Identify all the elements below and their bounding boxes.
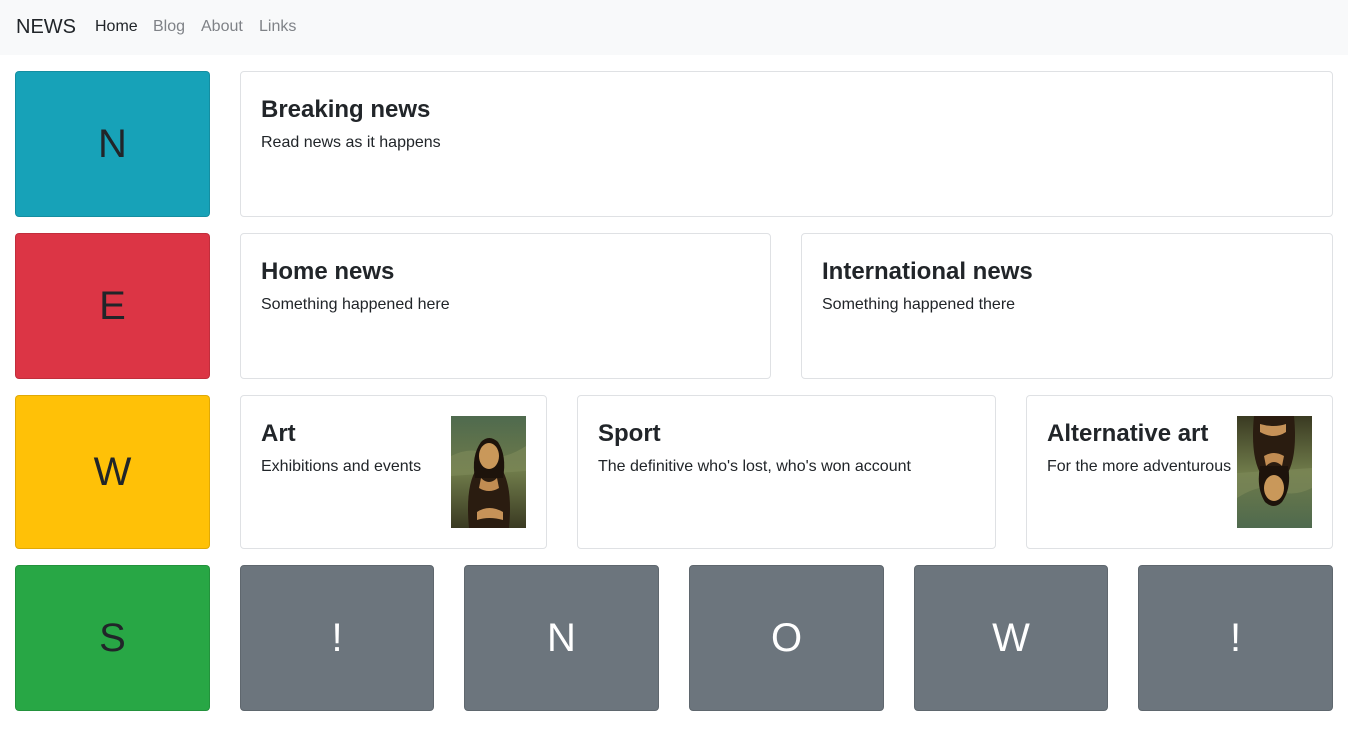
card-title: Home news [261, 258, 395, 285]
card-title: Sport [598, 420, 661, 447]
nav-link-home[interactable]: Home [95, 17, 138, 37]
card-title: International news [822, 258, 1033, 285]
card-text: The definitive who's lost, who's won acc… [598, 458, 911, 475]
tile-letter: O [770, 616, 803, 660]
tile-letter: W [992, 616, 1030, 660]
nav-link-about[interactable]: About [201, 17, 243, 37]
now-tile-exclamation-1: ! [240, 565, 434, 711]
side-tile-n: N [15, 71, 210, 217]
tile-letter: E [99, 284, 126, 328]
card-art[interactable]: Art Exhibitions and events [240, 395, 547, 549]
side-tile-e: E [15, 233, 210, 379]
tile-letter: S [99, 616, 126, 660]
nav-link-links[interactable]: Links [259, 17, 296, 37]
now-tile-n: N [464, 565, 659, 711]
tile-letter: ! [331, 616, 343, 660]
tile-letter: N [547, 616, 576, 660]
now-tile-o: O [689, 565, 884, 711]
card-international-news[interactable]: International news Something happened th… [801, 233, 1333, 379]
card-title: Alternative art [1047, 420, 1209, 447]
now-tile-w: W [914, 565, 1108, 711]
side-tile-s: S [15, 565, 210, 711]
navbar-brand[interactable]: NEWS [16, 15, 76, 39]
tile-letter: N [98, 122, 127, 166]
card-home-news[interactable]: Home news Something happened here [240, 233, 771, 379]
card-text: Something happened there [822, 296, 1016, 313]
mona-lisa-upside-down-painting [1237, 416, 1312, 528]
card-title: Breaking news [261, 96, 431, 123]
card-breaking-news[interactable]: Breaking news Read news as it happens [240, 71, 1333, 217]
side-tile-w: W [15, 395, 210, 549]
mona-lisa-painting [451, 416, 526, 528]
tile-letter: W [93, 450, 132, 494]
card-alternative-art[interactable]: Alternative art For the more adventurous [1026, 395, 1333, 549]
nav-link-blog[interactable]: Blog [153, 17, 185, 37]
card-text: For the more adventurous [1047, 458, 1232, 475]
card-text: Exhibitions and events [261, 458, 422, 475]
tile-letter: ! [1229, 616, 1242, 660]
card-text: Read news as it happens [261, 134, 441, 151]
navbar: NEWS Home Blog About Links [0, 0, 1348, 55]
now-tile-exclamation-2: ! [1138, 565, 1333, 711]
card-sport[interactable]: Sport The definitive who's lost, who's w… [577, 395, 996, 549]
card-text: Something happened here [261, 296, 450, 313]
card-title: Art [261, 420, 296, 447]
